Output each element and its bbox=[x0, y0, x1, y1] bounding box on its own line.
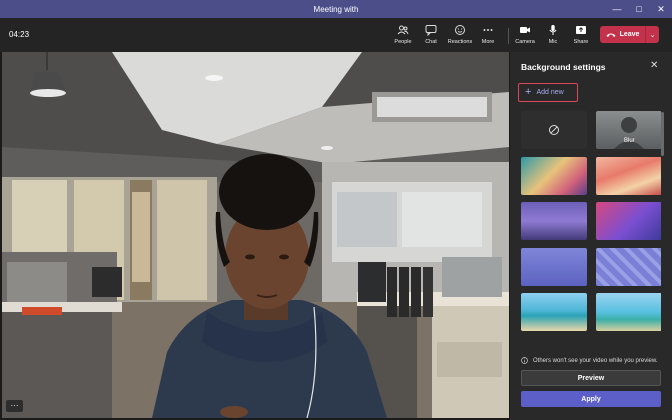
plus-icon: + bbox=[525, 86, 532, 98]
minimize-icon[interactable]: — bbox=[606, 0, 628, 18]
mic-icon bbox=[549, 25, 557, 35]
window-title: Meeting with bbox=[313, 4, 359, 14]
apply-button[interactable]: Apply bbox=[521, 391, 661, 407]
panel-title: Background settings bbox=[521, 62, 606, 72]
meeting-timer: 04:23 bbox=[9, 30, 30, 39]
camera-icon bbox=[520, 27, 530, 33]
share-icon bbox=[576, 26, 586, 34]
maximize-icon[interactable]: □ bbox=[628, 0, 650, 18]
leave-label: Leave bbox=[619, 31, 640, 38]
people-label: People bbox=[394, 39, 412, 45]
background-option-purple-hall[interactable] bbox=[521, 202, 587, 240]
blur-label: Blur bbox=[624, 138, 635, 144]
background-grid: Blur bbox=[521, 111, 661, 337]
background-option-neon-room[interactable] bbox=[596, 202, 661, 240]
chat-icon bbox=[425, 25, 437, 36]
phone-hangup-icon bbox=[606, 33, 616, 37]
chevron-down-icon: ⌄ bbox=[649, 31, 656, 39]
none-icon bbox=[549, 125, 559, 135]
mic-button[interactable]: Mic bbox=[538, 22, 568, 50]
camera-label: Camera bbox=[515, 39, 535, 45]
reactions-label: Reactions bbox=[447, 39, 473, 45]
window-title-bar: Meeting with — □ ✕ bbox=[0, 0, 672, 18]
toolbar-divider bbox=[508, 28, 509, 44]
add-new-button[interactable]: + Add new bbox=[518, 83, 578, 102]
reactions-button[interactable]: Reactions bbox=[445, 22, 475, 50]
more-button[interactable]: More bbox=[473, 22, 503, 50]
share-button[interactable]: Share bbox=[566, 22, 596, 50]
preview-notice-text: Others won't see your video while you pr… bbox=[533, 357, 658, 364]
video-preview: ··· bbox=[2, 52, 509, 418]
leave-button[interactable]: Leave ⌄ bbox=[600, 26, 659, 43]
office-background-image bbox=[2, 52, 509, 418]
leave-dropdown-button[interactable]: ⌄ bbox=[645, 26, 659, 43]
share-label: Share bbox=[573, 39, 589, 45]
background-settings-panel: Background settings ✕ + Add new Blur Oth bbox=[510, 52, 672, 420]
blur-background-option[interactable]: Blur bbox=[596, 111, 661, 149]
preview-notice: Others won't see your video while you pr… bbox=[521, 357, 658, 364]
people-icon bbox=[397, 25, 409, 35]
chat-label: Chat bbox=[425, 39, 437, 45]
background-option-beach[interactable] bbox=[521, 293, 587, 331]
background-option-sticky-notes[interactable] bbox=[596, 248, 661, 286]
panel-scrollbar[interactable] bbox=[661, 112, 664, 156]
window-controls: — □ ✕ bbox=[606, 0, 672, 18]
preview-button[interactable]: Preview bbox=[521, 370, 661, 386]
chat-button[interactable]: Chat bbox=[416, 22, 446, 50]
background-option-pink-room[interactable] bbox=[596, 157, 661, 195]
more-label: More bbox=[481, 39, 495, 45]
close-icon[interactable]: ✕ bbox=[650, 60, 658, 71]
add-new-label: Add new bbox=[536, 89, 564, 96]
more-icon bbox=[483, 29, 493, 31]
background-option-abstract-teal[interactable] bbox=[521, 157, 587, 195]
no-background-option[interactable] bbox=[521, 111, 587, 149]
people-button[interactable]: People bbox=[388, 22, 418, 50]
mic-label: Mic bbox=[548, 39, 558, 45]
close-window-icon[interactable]: ✕ bbox=[650, 0, 672, 18]
reactions-icon bbox=[455, 25, 465, 35]
leave-main[interactable]: Leave bbox=[600, 31, 645, 38]
meeting-toolbar: 04:23 People Chat Reactions More Camera … bbox=[0, 18, 672, 52]
camera-button[interactable]: Camera bbox=[510, 22, 540, 50]
background-option-lavender[interactable] bbox=[521, 248, 587, 286]
info-icon bbox=[521, 357, 528, 364]
background-option-coast[interactable] bbox=[596, 293, 661, 331]
video-options-button[interactable]: ··· bbox=[6, 400, 23, 412]
